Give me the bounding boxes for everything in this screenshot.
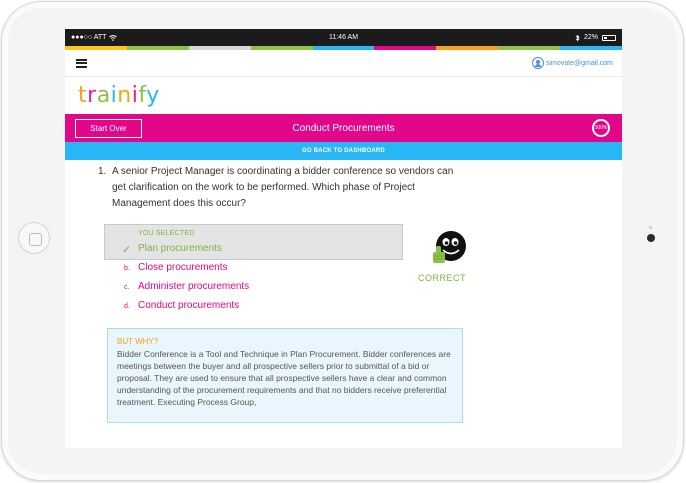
question: 1. A senior Project Manager is coordinat… [98, 164, 468, 212]
hamburger-icon[interactable] [76, 58, 87, 68]
title-bar: Start Over Conduct Procurements 100% [65, 114, 622, 142]
bluetooth-icon [575, 34, 580, 41]
correct-label: CORRECT [418, 273, 466, 283]
wifi-icon [109, 34, 118, 41]
carrier-label: ●●●○○ ATT [71, 34, 107, 41]
question-number: 1. [98, 166, 107, 177]
explanation-text: Bidder Conference is a Tool and Techniqu… [117, 349, 451, 407]
color-strip-segment [65, 46, 127, 50]
back-to-dashboard-link[interactable]: GO BACK TO DASHBOARD [65, 142, 622, 160]
check-icon: ✓ [122, 244, 132, 256]
question-text: A senior Project Manager is coordinating… [112, 166, 454, 209]
option-letter: c. [124, 284, 130, 291]
battery-icon [602, 34, 616, 41]
trainify-logo[interactable]: trainify [78, 83, 622, 108]
home-button[interactable] [18, 222, 50, 254]
color-strip-segment [436, 46, 499, 50]
explanation-title: BUT WHY? [117, 337, 159, 346]
color-strip-segment [312, 46, 375, 50]
color-strip-segment [188, 46, 251, 50]
option-b[interactable]: b. Close procurements [124, 262, 227, 273]
option-c[interactable]: c. Administer procurements [124, 281, 249, 292]
color-strip-segment [250, 46, 313, 50]
option-text: Close procurements [138, 262, 228, 273]
start-over-button[interactable]: Start Over [75, 118, 142, 138]
user-email: simovate@gmail.com [545, 59, 613, 67]
page-title: Conduct Procurements [292, 122, 395, 134]
smiley-thumbs-up-icon [433, 231, 466, 263]
option-a-selected[interactable]: Plan procurements [138, 243, 222, 254]
explanation-box: BUT WHY? Bidder Conference is a Tool and… [107, 328, 463, 423]
battery-percent: 22% [583, 34, 598, 41]
option-text: Conduct procurements [138, 300, 240, 311]
color-strip [65, 46, 622, 50]
color-strip-segment [126, 46, 189, 50]
you-selected-label: YOU SELECTED [138, 230, 195, 237]
option-letter: d. [124, 303, 130, 310]
color-strip-segment [374, 46, 437, 50]
option-text: Administer procurements [138, 281, 250, 292]
clock: 11:46 AM [328, 34, 359, 41]
top-nav: simovate@gmail.com [65, 50, 622, 77]
status-bar: ●●●○○ ATT 11:46 AM 22% [65, 29, 622, 46]
camera-sensor [649, 226, 652, 229]
color-strip-segment [498, 46, 561, 50]
user-account[interactable]: simovate@gmail.com [531, 57, 613, 69]
progress-badge: 100% [592, 119, 610, 137]
color-strip-segment [560, 46, 622, 50]
camera [647, 234, 655, 242]
option-letter: b. [124, 265, 130, 272]
logo-row: trainify [65, 77, 622, 114]
user-icon [531, 57, 544, 69]
option-d[interactable]: d. Conduct procurements [124, 300, 239, 311]
